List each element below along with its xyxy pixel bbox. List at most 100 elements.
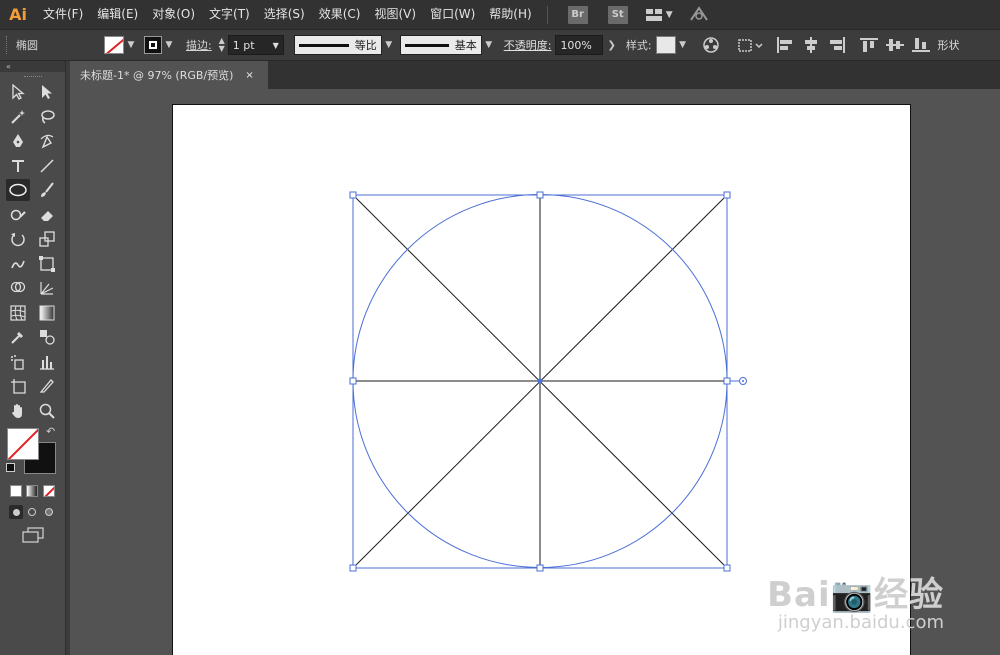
align-vertical-center-icon[interactable]: [884, 34, 906, 56]
line-segment-tool-icon[interactable]: [35, 155, 59, 177]
graphic-style-swatch[interactable]: [655, 36, 676, 54]
hand-tool-icon[interactable]: [6, 400, 30, 422]
opacity-label[interactable]: 不透明度:: [504, 37, 552, 53]
stroke-weight-field[interactable]: 1 pt ▼: [227, 35, 284, 55]
bridge-button[interactable]: Br: [567, 5, 588, 24]
opacity-field[interactable]: 100%: [555, 35, 604, 55]
chevron-down-icon[interactable]: ▼: [162, 36, 176, 54]
menu-type[interactable]: 文字(T): [202, 0, 257, 29]
stroke-swatch[interactable]: [144, 36, 162, 54]
align-horizontal-center-icon[interactable]: [800, 34, 822, 56]
handle-middle-left: [349, 377, 357, 385]
magic-wand-tool-icon[interactable]: [6, 106, 30, 128]
panel-grip[interactable]: [0, 72, 65, 80]
chevron-down-icon[interactable]: ▼: [382, 36, 396, 54]
shape-builder-tool-icon[interactable]: [6, 277, 30, 299]
artwork[interactable]: [173, 105, 910, 655]
menu-view[interactable]: 视图(V): [367, 0, 423, 29]
direct-selection-tool-icon[interactable]: [35, 81, 59, 103]
align-bottom-icon[interactable]: [910, 34, 932, 56]
change-screen-mode-icon[interactable]: [21, 527, 44, 546]
ellipse-tool-icon[interactable]: [6, 179, 31, 202]
type-tool-icon[interactable]: [6, 155, 30, 177]
profile-line-preview: [298, 43, 349, 47]
free-transform-tool-icon[interactable]: [35, 253, 59, 275]
collapse-panel-icon[interactable]: «: [0, 61, 65, 72]
stroke-weight-value: 1 pt: [232, 38, 255, 52]
artboard-tool-icon[interactable]: [6, 375, 30, 397]
scale-tool-icon[interactable]: [35, 228, 59, 250]
chevron-right-icon[interactable]: ❯: [603, 40, 619, 51]
style-label: 样式:: [625, 39, 652, 52]
lasso-tool-icon[interactable]: [35, 106, 59, 128]
align-left-icon[interactable]: [774, 34, 796, 56]
gpu-performance-icon[interactable]: [689, 4, 709, 25]
menu-edit[interactable]: 编辑(E): [90, 0, 145, 29]
shape-properties-label[interactable]: 形状: [938, 37, 960, 53]
align-top-icon[interactable]: [858, 34, 880, 56]
brush-label: 基本: [454, 39, 477, 52]
brush-definition[interactable]: 基本: [399, 35, 482, 55]
close-icon[interactable]: ×: [245, 70, 253, 81]
none-mode-icon[interactable]: [42, 485, 55, 497]
mesh-tool-icon[interactable]: [6, 302, 30, 324]
align-to-icon[interactable]: [736, 34, 766, 56]
artboard[interactable]: [173, 105, 910, 655]
blend-tool-icon[interactable]: [35, 326, 59, 348]
swap-fill-stroke-icon[interactable]: ↶: [46, 425, 55, 438]
chevron-down-icon[interactable]: ▼: [482, 36, 496, 54]
menu-window[interactable]: 窗口(W): [423, 0, 482, 29]
app-logo: Ai: [9, 5, 27, 24]
document-tab-title: 未标题-1* @ 97% (RGB/预览): [80, 69, 234, 82]
document-tab[interactable]: 未标题-1* @ 97% (RGB/预览) ×: [70, 61, 268, 89]
variable-width-profile[interactable]: 等比: [293, 35, 382, 55]
menu-divider: [546, 5, 548, 24]
menu-bar: Ai 文件(F) 编辑(E) 对象(O) 文字(T) 选择(S) 效果(C) 视…: [0, 0, 1000, 29]
control-bar: 椭圆 ▼ ▼ 描边: ▲ ▼ 1 pt ▼ 等比 ▼ 基本 ▼ 不透明度: 100…: [0, 29, 1000, 61]
selection-tool-icon[interactable]: [6, 81, 30, 103]
chevron-down-icon: ▼: [272, 40, 279, 50]
chevron-down-icon[interactable]: ▼: [124, 36, 138, 54]
handle-top-left: [349, 191, 357, 199]
draw-normal-icon[interactable]: [9, 505, 24, 519]
draw-behind-icon[interactable]: [25, 505, 39, 519]
eraser-tool-icon[interactable]: [35, 204, 59, 226]
rotate-tool-icon[interactable]: [6, 228, 30, 250]
gradient-mode-icon[interactable]: [26, 485, 39, 497]
menu-select[interactable]: 选择(S): [257, 0, 312, 29]
center-point: [537, 378, 543, 384]
stroke-weight-spinner[interactable]: ▲ ▼: [216, 37, 228, 53]
perspective-grid-tool-icon[interactable]: [35, 277, 59, 299]
illustrator-window: Ai 文件(F) 编辑(E) 对象(O) 文字(T) 选择(S) 效果(C) 视…: [0, 0, 1000, 655]
gradient-tool-icon[interactable]: [35, 302, 59, 324]
pie-widget-handle-dot: [742, 380, 744, 382]
paintbrush-tool-icon[interactable]: [35, 179, 59, 201]
zoom-tool-icon[interactable]: [35, 400, 59, 422]
control-bar-grip[interactable]: [6, 36, 12, 54]
default-fill-stroke-icon[interactable]: [6, 463, 15, 472]
curvature-tool-icon[interactable]: [35, 130, 59, 152]
fill-color-box[interactable]: [7, 428, 39, 460]
recolor-artwork-icon[interactable]: [700, 34, 722, 56]
chevron-down-icon[interactable]: ▼: [676, 36, 690, 54]
warp-tool-icon[interactable]: [6, 253, 30, 275]
color-mode-icon[interactable]: [10, 485, 23, 497]
slice-tool-icon[interactable]: [35, 375, 59, 397]
arrange-documents-button[interactable]: ▼: [645, 8, 673, 21]
menu-effect[interactable]: 效果(C): [312, 0, 368, 29]
fill-stroke-widget[interactable]: ↶: [0, 425, 65, 481]
stroke-label[interactable]: 描边:: [186, 37, 212, 53]
menu-help[interactable]: 帮助(H): [482, 0, 538, 29]
symbol-sprayer-tool-icon[interactable]: [6, 351, 30, 373]
shaper-tool-icon[interactable]: [6, 204, 30, 226]
draw-inside-icon[interactable]: [42, 505, 56, 519]
fill-swatch[interactable]: [104, 36, 124, 54]
stock-button[interactable]: St: [607, 5, 628, 24]
align-right-icon[interactable]: [826, 34, 848, 56]
column-graph-tool-icon[interactable]: [35, 351, 59, 373]
menu-object[interactable]: 对象(O): [145, 0, 202, 29]
pen-tool-icon[interactable]: [6, 130, 30, 152]
eyedropper-tool-icon[interactable]: [6, 326, 30, 348]
canvas-area[interactable]: Bai📷经验 jingyan.baidu.com: [70, 89, 1000, 655]
menu-file[interactable]: 文件(F): [36, 0, 90, 29]
